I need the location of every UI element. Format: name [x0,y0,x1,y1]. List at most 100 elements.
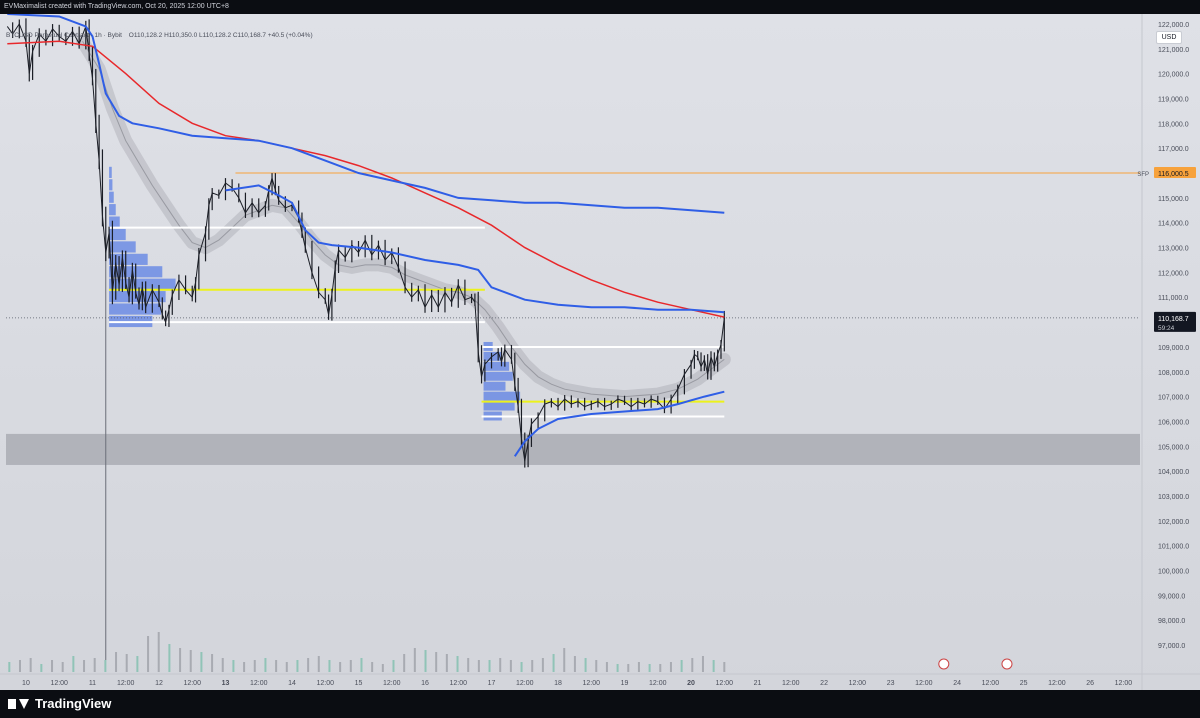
volume-bar [701,656,704,672]
volume-bar [253,660,256,672]
volume-bar [307,658,310,672]
last-price-label: 110,168.7 [1158,316,1189,323]
y-tick-label: 117,000.0 [1158,146,1189,153]
x-tick-label: 12:00 [1048,680,1066,687]
volume-profile-bar [109,204,116,216]
volume-bar [232,660,235,672]
x-tick-label: 26 [1086,680,1094,687]
x-tick-label: 16 [421,680,429,687]
chart-area[interactable]: 97,000.0 98,000.0 99,000.0 100,000.0 101,000… [0,14,1200,690]
x-tick-label: 15 [355,680,363,687]
brand-name: TradingView [35,696,112,711]
volume-bar [488,660,491,672]
volume-bar [179,648,182,672]
tradingview-logo-icon [8,697,30,711]
x-tick-label: 12:00 [250,680,268,687]
y-tick-label: 120,000.0 [1158,72,1189,79]
volume-profile-bar [483,391,521,401]
sfp-price-label: 116,000.5 [1158,171,1189,178]
y-tick-label: 108,000.0 [1158,370,1189,377]
volume-bar [339,662,342,672]
volume-bar [392,660,395,672]
volume-profile-bar [483,401,515,411]
x-tick-label: 22 [820,680,828,687]
volume-bar [605,662,608,672]
x-tick-label: 13 [222,680,230,687]
volume-profile-bar [109,228,126,241]
volume-profile-bar [109,253,148,265]
y-tick-label: 100,000.0 [1158,569,1189,576]
event-marker-icon [938,658,950,670]
x-tick-label: 12:00 [316,680,334,687]
volume-bar [168,644,171,672]
y-tick-label: 106,000.0 [1158,419,1189,426]
volume-profile-bar [109,179,113,191]
brand[interactable]: TradingView [8,696,111,711]
event-marker-icon [1001,658,1013,670]
volume-bar [477,660,480,672]
tradingview-app: EVMaximalist created with TradingView.co… [0,0,1200,718]
volume-profile-bar [109,216,120,228]
volume-bar [51,660,54,672]
volume-bar [275,660,278,672]
volume-bar [445,654,448,672]
volume-bar [61,662,64,672]
volume-bar [136,656,139,672]
volume-bar [317,656,320,672]
volume-bar [573,656,576,672]
countdown-label: 59:24 [1158,325,1175,332]
volume-bar [552,654,555,672]
y-tick-label: 98,000.0 [1158,618,1185,625]
x-tick-label: 12:00 [716,680,734,687]
volume-bar [467,658,470,672]
volume-bar [381,664,384,672]
volume-bar [413,648,416,672]
volume-bar [509,660,512,672]
volume-bar [531,660,534,672]
y-tick-label: 111,000.0 [1158,295,1188,302]
y-tick-label: 103,000.0 [1158,494,1189,501]
volume-bar [189,650,192,672]
symbol-label[interactable]: BTCUSD Perpetual Contract · 1h · Bybit [6,32,122,39]
volume-bar [563,648,566,672]
y-tick-label: 99,000.0 [1158,593,1185,600]
vwap-band [76,34,731,404]
volume-bar [456,656,459,672]
volume-bar [616,664,619,672]
currency-button[interactable]: USD [1156,31,1182,44]
x-tick-label: 12:00 [183,680,201,687]
volume-bar [40,664,43,672]
volume-profile-bar [109,303,161,315]
volume-bar [680,660,683,672]
y-tick-label: 104,000.0 [1158,469,1189,476]
y-tick-label: 107,000.0 [1158,395,1189,402]
volume-bar [104,660,107,672]
y-tick-label: 102,000.0 [1158,519,1189,526]
x-tick-label: 12:00 [516,680,534,687]
y-tick-label: 119,000.0 [1158,96,1189,103]
x-tick-label: 24 [953,680,961,687]
volume-bar [211,654,214,672]
volume-bar [520,662,523,672]
volume-bar [627,664,630,672]
volume-bar [424,650,427,672]
volume-bar [648,664,651,672]
ohlc-values: O110,128.2 H110,350.0 L110,128.2 C110,16… [128,32,313,39]
volume-bar [637,662,640,672]
price-chart[interactable]: 97,000.0 98,000.0 99,000.0 100,000.0 101,000… [0,14,1200,690]
x-tick-label: 14 [288,680,296,687]
x-tick-label: 12:00 [117,680,135,687]
y-tick-label: 121,000.0 [1158,47,1189,54]
x-tick-label: 12:00 [450,680,468,687]
x-tick-label: 12 [155,680,163,687]
y-tick-label: 101,000.0 [1158,544,1189,551]
volume-bar [285,662,288,672]
volume-profile-bar [483,381,506,391]
volume-bar [371,662,374,672]
support-zone [6,433,1140,465]
x-tick-label: 10 [22,680,30,687]
volume-bar [147,636,150,672]
x-tick-label: 12:00 [50,680,68,687]
x-tick-label: 12:00 [383,680,401,687]
x-tick-label: 11 [89,680,96,687]
